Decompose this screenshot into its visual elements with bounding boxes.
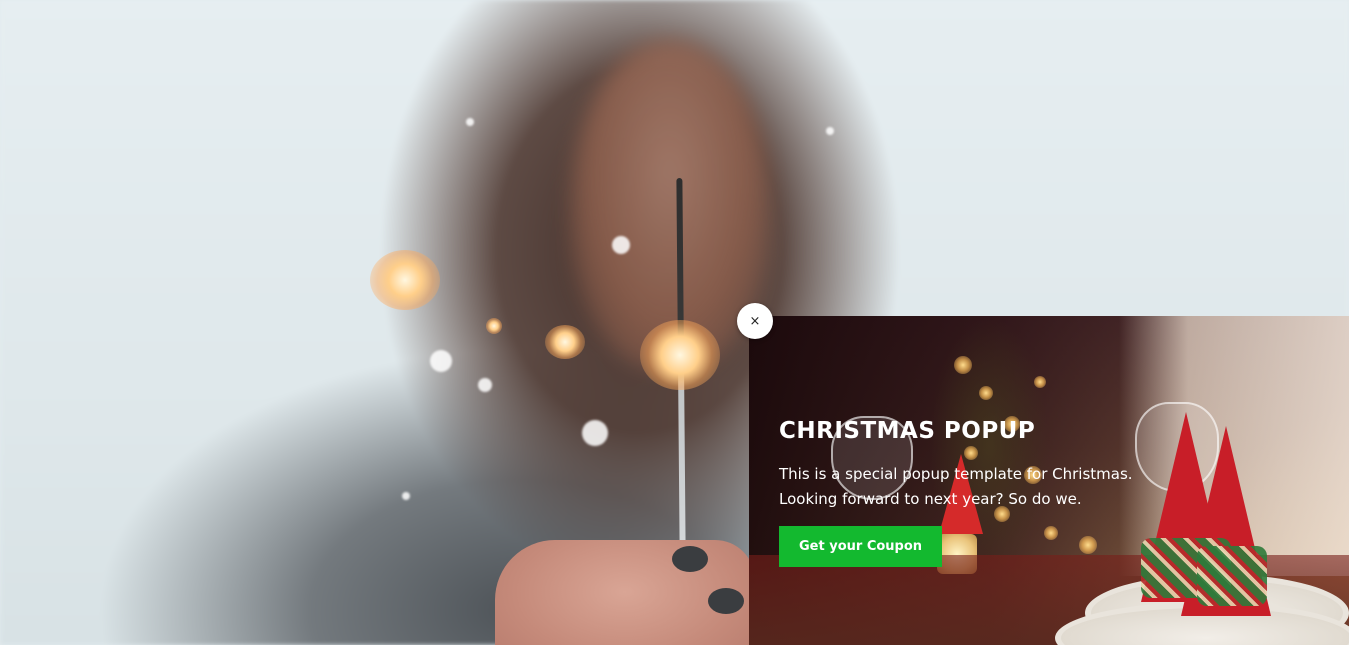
fingernail (672, 546, 708, 572)
bokeh-light (979, 386, 993, 400)
popup-description-line: Looking forward to next year? So do we. (779, 490, 1082, 508)
sparkler-spark (486, 318, 502, 334)
close-icon: × (749, 313, 761, 329)
fingernail (708, 588, 744, 614)
bokeh-light (954, 356, 972, 374)
get-coupon-button[interactable]: Get your Coupon (779, 526, 943, 567)
snowflake (402, 492, 410, 500)
christmas-popup: CHRISTMAS POPUP This is a special popup … (749, 316, 1349, 645)
popup-content: CHRISTMAS POPUP This is a special popup … (779, 416, 1159, 567)
popup-title: CHRISTMAS POPUP (779, 418, 1036, 444)
sparkler-spark (545, 325, 585, 359)
snowflake (826, 127, 834, 135)
snowflake (582, 420, 608, 446)
sparkler-spark (640, 320, 720, 390)
snowflake (478, 378, 492, 392)
snowflake (466, 118, 474, 126)
snowflake (612, 236, 630, 254)
sparkler-spark (370, 250, 440, 310)
popup-description: This is a special popup template for Chr… (779, 462, 1159, 512)
bokeh-light (1034, 376, 1046, 388)
popup-description-line: This is a special popup template for Chr… (779, 465, 1133, 483)
napkin-ribbon-image (1197, 546, 1267, 606)
snowflake (430, 350, 452, 372)
close-popup-button[interactable]: × (737, 303, 773, 339)
page: CHRISTMAS POPUP This is a special popup … (0, 0, 1349, 645)
